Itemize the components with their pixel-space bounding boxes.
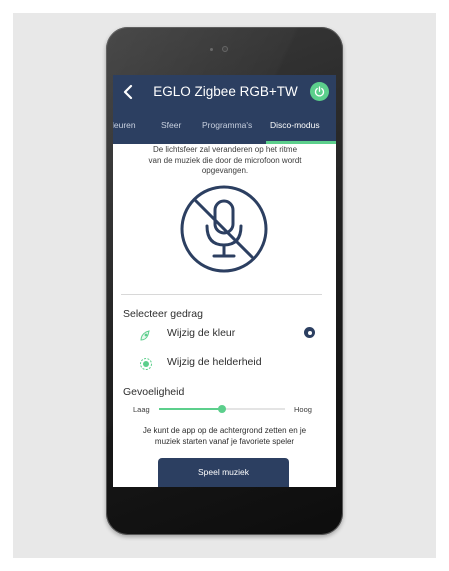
disco-description: De lichtsfeer zal veranderen op het ritm… xyxy=(148,145,302,175)
front-camera xyxy=(222,46,228,52)
sensitivity-heading: Gevoeligheid xyxy=(123,386,185,398)
tab-disco-modus[interactable]: Disco-modus xyxy=(270,120,320,130)
slider-low-label: Laag xyxy=(133,405,150,414)
slider-fill xyxy=(159,408,222,410)
page-title: EGLO Zigbee RGB+TW xyxy=(153,84,298,99)
slider-high-label: Hoog xyxy=(294,405,312,414)
color-drop-icon xyxy=(139,327,152,346)
power-icon xyxy=(314,86,325,97)
play-music-button[interactable]: Speel muziek xyxy=(158,458,289,487)
app-header: EGLO Zigbee RGB+TW xyxy=(113,75,336,109)
microphone-off-icon xyxy=(179,184,269,274)
slider-thumb[interactable] xyxy=(218,405,226,413)
proximity-sensor xyxy=(210,48,213,51)
app-screen: EGLO Zigbee RGB+TW leuren Sfeer Programm… xyxy=(113,75,336,487)
option-change-color[interactable]: Wijzig de kleur xyxy=(167,327,235,339)
tab-programmas[interactable]: Programma's xyxy=(202,120,252,130)
radio-change-color[interactable] xyxy=(304,327,315,338)
section-divider xyxy=(121,294,322,295)
active-tab-indicator xyxy=(266,141,336,144)
tab-sfeer[interactable]: Sfeer xyxy=(161,120,181,130)
chevron-left-icon[interactable] xyxy=(122,84,136,100)
background-note: Je kunt de app op de achtergrond zetten … xyxy=(142,426,307,446)
tab-bar: leuren Sfeer Programma's Disco-modus xyxy=(113,109,336,144)
tab-kleuren[interactable]: leuren xyxy=(113,120,136,130)
option-change-brightness[interactable]: Wijzig de helderheid xyxy=(167,356,262,368)
behavior-heading: Selecteer gedrag xyxy=(123,308,203,320)
brightness-icon xyxy=(139,356,153,375)
power-button[interactable] xyxy=(310,82,329,101)
